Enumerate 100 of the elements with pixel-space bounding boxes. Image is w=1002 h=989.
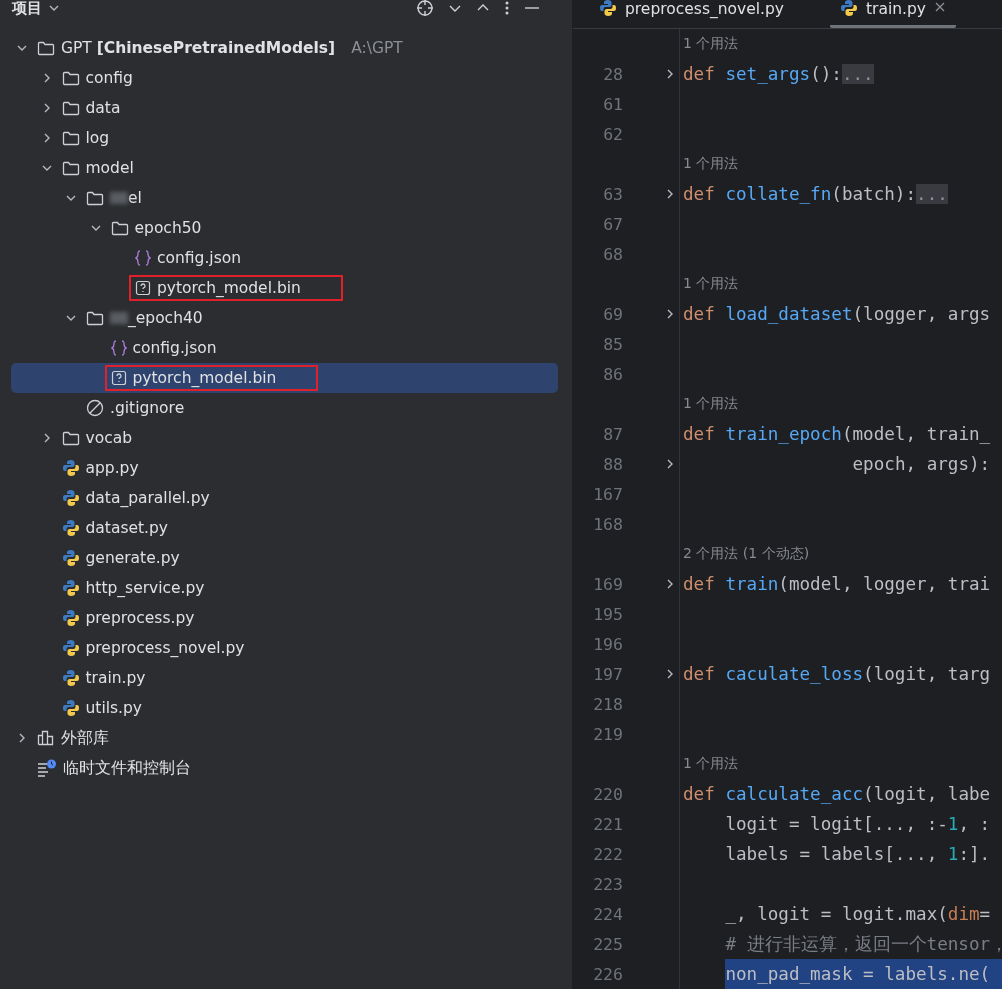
- tree-item[interactable]: .gitignore: [11, 393, 558, 423]
- line-number: 219: [592, 724, 623, 744]
- usage-hint[interactable]: 1 个用法: [683, 395, 739, 413]
- line-number: 87: [602, 424, 623, 444]
- more-icon[interactable]: [504, 0, 510, 16]
- usage-hint[interactable]: 1 个用法: [683, 275, 739, 293]
- usage-hint[interactable]: 1 个用法: [683, 755, 739, 773]
- tree-item[interactable]: el: [11, 183, 558, 213]
- crosshair-icon[interactable]: [416, 0, 434, 17]
- editor-tab[interactable]: preprocess_novel.py: [589, 0, 794, 28]
- python-icon: [61, 699, 80, 717]
- folder-icon: [61, 430, 80, 446]
- file-name: http_service.py: [85, 579, 205, 597]
- code-line: epoch, args):: [852, 454, 991, 474]
- file-name: generate.py: [85, 549, 180, 567]
- code-line: def train(model, logger, trai: [683, 574, 991, 594]
- file-name: utils.py: [85, 699, 143, 717]
- file-name: config: [85, 69, 133, 87]
- minimize-icon[interactable]: [524, 6, 540, 10]
- python-icon: [61, 579, 80, 597]
- line-number: 197: [592, 664, 623, 684]
- tree-item[interactable]: app.py: [11, 453, 558, 483]
- tree-item[interactable]: generate.py: [11, 543, 558, 573]
- line-number: 221: [592, 814, 623, 834]
- tree-item[interactable]: model: [11, 153, 558, 183]
- python-icon: [61, 489, 80, 507]
- tree-item[interactable]: log: [11, 123, 558, 153]
- question-file-icon: [135, 280, 151, 296]
- tree-item[interactable]: _epoch40: [11, 303, 558, 333]
- panel-title[interactable]: 项目: [12, 0, 42, 18]
- tree-item[interactable]: train.py: [11, 663, 558, 693]
- tree-item[interactable]: data: [11, 93, 558, 123]
- braces-icon: [135, 249, 151, 267]
- file-name: preprocess.py: [85, 609, 195, 627]
- folder-icon: [61, 100, 80, 116]
- tree-item[interactable]: vocab: [11, 423, 558, 453]
- file-name: data_parallel.py: [85, 489, 210, 507]
- tree-item[interactable]: http_service.py: [11, 573, 558, 603]
- python-icon: [61, 639, 80, 657]
- project-path: A:\GPT: [351, 39, 403, 57]
- tree-item[interactable]: config.json: [11, 333, 558, 363]
- line-number: 225: [592, 934, 623, 954]
- file-name: model: [85, 159, 134, 177]
- folder-icon: [37, 40, 55, 56]
- tree-item[interactable]: dataset.py: [11, 513, 558, 543]
- line-number: 62: [602, 124, 623, 144]
- line-number: 69: [602, 304, 623, 324]
- file-name: el: [128, 189, 142, 207]
- tree-item[interactable]: GPT [ChinesePretrainedModels] A:\GPT: [11, 33, 558, 63]
- line-number: 226: [592, 964, 623, 984]
- folder-icon: [86, 190, 104, 206]
- line-number: 68: [602, 244, 623, 264]
- line-number: 88: [602, 454, 623, 474]
- tree-item[interactable]: preprocess.py: [11, 603, 558, 633]
- line-number: 67: [602, 214, 623, 234]
- code-line: _, logit = logit.max(dim=: [725, 904, 991, 924]
- forbidden-icon: [86, 399, 104, 417]
- code-line: def caculate_loss(logit, targ: [683, 664, 991, 684]
- tree-item[interactable]: 临时文件和控制台: [11, 753, 558, 783]
- code-line: non_pad_mask = labels.ne(: [725, 964, 991, 984]
- line-number: 85: [602, 334, 623, 354]
- file-name: .gitignore: [110, 399, 185, 417]
- code-line: def set_args():...: [683, 64, 874, 84]
- usage-hint[interactable]: 2 个用法 (1 个动态): [683, 545, 810, 563]
- code-line: def collate_fn(batch):...: [683, 184, 948, 204]
- tree-item[interactable]: pytorch_model.bin: [11, 273, 558, 303]
- tree-item[interactable]: config: [11, 63, 558, 93]
- code-line: def train_epoch(model, train_: [683, 424, 991, 444]
- editor-tab[interactable]: train.py: [830, 0, 956, 28]
- code-line: logit = logit[..., :-1, :: [725, 814, 991, 834]
- line-number: 61: [602, 94, 623, 114]
- line-number: 168: [592, 514, 623, 534]
- tree-item[interactable]: utils.py: [11, 693, 558, 723]
- line-number: 169: [592, 574, 623, 594]
- scratch-console-icon: [37, 759, 57, 777]
- file-name: preprocess_novel.py: [85, 639, 245, 657]
- python-icon: [61, 519, 80, 537]
- python-icon: [61, 669, 80, 687]
- tree-item[interactable]: 外部库: [11, 723, 558, 753]
- folder-icon: [86, 310, 104, 326]
- close-icon[interactable]: [934, 1, 946, 13]
- file-name: log: [85, 129, 110, 147]
- tree-item[interactable]: config.json: [11, 243, 558, 273]
- usage-hint[interactable]: 1 个用法: [683, 155, 739, 173]
- file-name: 临时文件和控制台: [63, 757, 191, 779]
- tree-item[interactable]: pytorch_model.bin: [11, 363, 558, 393]
- file-name: vocab: [85, 429, 132, 447]
- tree-item[interactable]: data_parallel.py: [11, 483, 558, 513]
- line-number: 195: [592, 604, 623, 624]
- file-name: data: [85, 99, 121, 117]
- usage-hint[interactable]: 1 个用法: [683, 35, 739, 53]
- file-name: config.json: [157, 249, 242, 267]
- tree-item[interactable]: epoch50: [11, 213, 558, 243]
- code-line: def calculate_acc(logit, labe: [683, 784, 991, 804]
- line-number: 86: [602, 364, 623, 384]
- code-line: labels = labels[..., 1:].: [725, 844, 991, 864]
- file-name: _epoch40: [128, 309, 203, 327]
- tree-item[interactable]: preprocess_novel.py: [11, 633, 558, 663]
- file-name: train.py: [85, 669, 146, 687]
- question-file-icon: [110, 370, 127, 386]
